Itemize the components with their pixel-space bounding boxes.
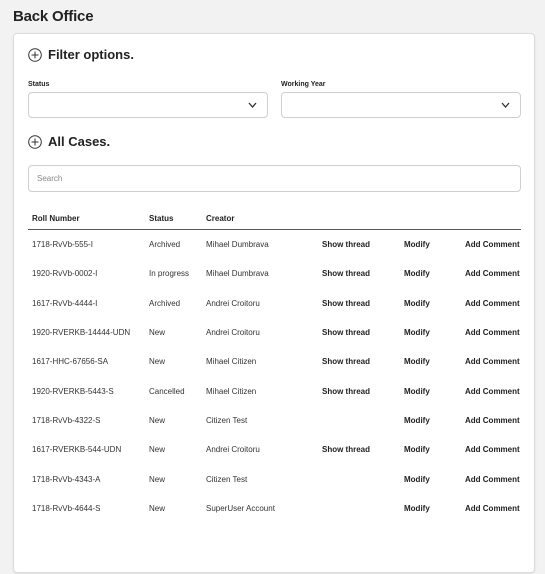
table-row: 1718-RvVb-4322-S New Citizen Test Modify…: [28, 406, 521, 435]
cell-creator: Andrei Croitoru: [206, 328, 260, 338]
cell-creator: Andrei Croitoru: [206, 298, 260, 308]
chevron-down-icon: [248, 102, 257, 108]
cell-roll-number: 1617-HHC-67656-SA: [32, 357, 109, 367]
cell-status: Archived: [149, 298, 181, 308]
table-row: 1617-HHC-67656-SA New Mihael Citizen Sho…: [28, 347, 521, 376]
cell-roll-number: 1718-RvVb-4343-A: [32, 474, 101, 484]
working-year-label: Working Year: [281, 81, 326, 88]
cell-creator: Andrei Croitoru: [206, 445, 260, 455]
filter-section-title: Filter options.: [48, 47, 134, 62]
table-row: 1920-RvVb-0002-I In progress Mihael Dumb…: [28, 259, 521, 288]
col-header-creator[interactable]: Creator: [202, 209, 318, 230]
add-comment-button[interactable]: Add Comment: [461, 376, 521, 405]
cell-status: New: [149, 415, 166, 425]
cell-roll-number: 1617-RvVb-4444-I: [32, 298, 98, 308]
cell-creator: Mihael Dumbrava: [206, 269, 269, 279]
search-input[interactable]: [28, 165, 521, 192]
cell-status: Archived: [149, 240, 181, 250]
cell-creator: Citizen Test: [206, 474, 248, 484]
status-select[interactable]: [28, 92, 268, 118]
add-comment-button[interactable]: Add Comment: [461, 289, 521, 318]
table-row: 1617-RVERKB-544-UDN New Andrei Croitoru …: [28, 435, 521, 464]
table-header-row: Roll Number Status Creator: [28, 209, 521, 230]
table-row: 1920-RVERKB-14444-UDN New Andrei Croitor…: [28, 318, 521, 347]
working-year-select[interactable]: [281, 92, 521, 118]
cell-status: New: [149, 503, 166, 513]
add-comment-button[interactable]: Add Comment: [461, 230, 521, 260]
show-thread-button[interactable]: Show thread: [318, 259, 400, 288]
show-thread-button[interactable]: [318, 464, 400, 493]
table-row: 1920-RVERKB-5443-S Cancelled Mihael Citi…: [28, 376, 521, 405]
cases-table: Roll Number Status Creator 1718-RvVb-555…: [28, 209, 521, 523]
cell-status: New: [149, 445, 166, 455]
cell-creator: SuperUser Account: [206, 503, 275, 513]
modify-button[interactable]: Modify: [400, 435, 461, 464]
show-thread-button[interactable]: Show thread: [318, 289, 400, 318]
cell-status: New: [149, 328, 166, 338]
modify-button[interactable]: Modify: [400, 230, 461, 260]
cell-roll-number: 1718-RvVb-4644-S: [32, 503, 101, 513]
table-row: 1718-RvVb-555-I Archived Mihael Dumbrava…: [28, 230, 521, 260]
cell-status: Cancelled: [149, 386, 185, 396]
modify-button[interactable]: Modify: [400, 259, 461, 288]
modify-button[interactable]: Modify: [400, 318, 461, 347]
table-row: 1617-RvVb-4444-I Archived Andrei Croitor…: [28, 289, 521, 318]
cell-roll-number: 1718-RvVb-4322-S: [32, 415, 101, 425]
show-thread-button[interactable]: Show thread: [318, 376, 400, 405]
cell-roll-number: 1920-RvVb-0002-I: [32, 269, 98, 279]
modify-button[interactable]: Modify: [400, 406, 461, 435]
cell-roll-number: 1617-RVERKB-544-UDN: [32, 445, 122, 455]
col-header-empty: [461, 209, 521, 230]
cell-creator: Mihael Dumbrava: [206, 240, 269, 250]
col-header-roll-number[interactable]: Roll Number: [28, 209, 145, 230]
modify-button[interactable]: Modify: [400, 347, 461, 376]
show-thread-button[interactable]: Show thread: [318, 347, 400, 376]
add-comment-button[interactable]: Add Comment: [461, 259, 521, 288]
cell-roll-number: 1920-RVERKB-14444-UDN: [32, 328, 131, 338]
cell-creator: Mihael Citizen: [206, 386, 257, 396]
add-comment-button[interactable]: Add Comment: [461, 464, 521, 493]
show-thread-button[interactable]: Show thread: [318, 230, 400, 260]
status-label: Status: [28, 81, 50, 88]
cases-section-title: All Cases.: [48, 134, 111, 149]
table-row: 1718-RvVb-4644-S New SuperUser Account M…: [28, 494, 521, 523]
main-card: Filter options. Status Working Year All …: [13, 33, 535, 573]
modify-button[interactable]: Modify: [400, 494, 461, 523]
add-comment-button[interactable]: Add Comment: [461, 318, 521, 347]
cell-roll-number: 1920-RVERKB-5443-S: [32, 386, 114, 396]
modify-button[interactable]: Modify: [400, 464, 461, 493]
show-thread-button[interactable]: Show thread: [318, 318, 400, 347]
add-comment-button[interactable]: Add Comment: [461, 435, 521, 464]
modify-button[interactable]: Modify: [400, 289, 461, 318]
col-header-empty: [318, 209, 400, 230]
cases-section-header[interactable]: All Cases.: [28, 134, 110, 149]
add-comment-button[interactable]: Add Comment: [461, 494, 521, 523]
cell-status: In progress: [149, 269, 190, 279]
show-thread-button[interactable]: Show thread: [318, 435, 400, 464]
cell-creator: Mihael Citizen: [206, 357, 257, 367]
app-title: Back Office: [13, 8, 94, 25]
col-header-status[interactable]: Status: [145, 209, 202, 230]
modify-button[interactable]: Modify: [400, 376, 461, 405]
add-comment-button[interactable]: Add Comment: [461, 406, 521, 435]
filter-section-header[interactable]: Filter options.: [28, 47, 134, 62]
plus-circle-icon: [28, 134, 42, 149]
cell-roll-number: 1718-RvVb-555-I: [32, 240, 93, 250]
plus-circle-icon: [28, 47, 42, 62]
show-thread-button[interactable]: [318, 406, 400, 435]
table-row: 1718-RvVb-4343-A New Citizen Test Modify…: [28, 464, 521, 493]
show-thread-button[interactable]: [318, 494, 400, 523]
cell-status: New: [149, 357, 166, 367]
add-comment-button[interactable]: Add Comment: [461, 347, 521, 376]
cell-status: New: [149, 474, 166, 484]
cell-creator: Citizen Test: [206, 415, 248, 425]
col-header-empty: [400, 209, 461, 230]
chevron-down-icon: [501, 102, 510, 108]
